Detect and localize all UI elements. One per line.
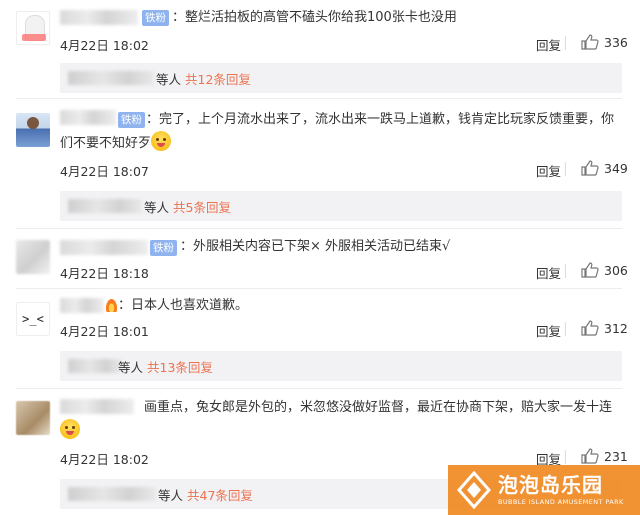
username-blurred[interactable] bbox=[60, 298, 104, 313]
thumbs-up-icon[interactable] bbox=[581, 160, 599, 176]
reply-thread-summary[interactable]: 等人 共12条回复 bbox=[60, 63, 622, 93]
comment-text: ：整烂活拍板的高管不磕头你给我100张卡也没用 bbox=[172, 10, 457, 25]
user-avatar[interactable] bbox=[16, 11, 50, 45]
view-replies-link[interactable]: 共47条回复 bbox=[187, 488, 253, 503]
thumbs-up-icon[interactable] bbox=[581, 320, 599, 336]
comment-text: ：日本人也喜欢道歉。 bbox=[118, 298, 249, 313]
action-separator bbox=[565, 450, 566, 464]
like-count: 349 bbox=[604, 161, 628, 176]
user-avatar[interactable]: >_< bbox=[16, 302, 50, 336]
fan-badge: 铁粉 bbox=[142, 10, 169, 26]
reply-usernames-blurred bbox=[68, 71, 154, 85]
watermark-subtitle: BUBBLE ISLAND AMUSEMENT PARK bbox=[498, 498, 624, 506]
username-blurred[interactable] bbox=[60, 240, 148, 255]
user-avatar[interactable] bbox=[16, 401, 50, 435]
comment-time: 4月22日 18:18 bbox=[60, 266, 149, 281]
comment-divider bbox=[16, 288, 622, 289]
view-replies-link[interactable]: 共13条回复 bbox=[147, 360, 213, 375]
comment-divider bbox=[16, 228, 622, 229]
bubble-island-logo-icon bbox=[456, 471, 492, 509]
comment-text: 画重点，兔女郎是外包的，米忽悠没做好监督，最近在协商下架，赔大家一发十连 bbox=[60, 397, 622, 443]
like-count: 312 bbox=[604, 321, 628, 336]
face-emoji-icon bbox=[60, 419, 80, 439]
reply-button[interactable]: 回复 bbox=[536, 263, 561, 282]
reply-prefix: 等人 bbox=[158, 488, 184, 503]
comment-text: ：完了，上个月流水出来了，流水出来一跌马上道歉，钱肯定比玩家反馈重要，你们不要不… bbox=[60, 112, 615, 151]
view-replies-link[interactable]: 共12条回复 bbox=[185, 72, 251, 87]
reply-usernames-blurred bbox=[68, 487, 156, 501]
user-avatar[interactable] bbox=[16, 240, 50, 274]
face-emoji-icon bbox=[151, 131, 172, 151]
watermark-title: 泡泡岛乐园 bbox=[498, 473, 603, 497]
thumbs-up-icon[interactable] bbox=[581, 262, 599, 278]
comment-time: 4月22日 18:07 bbox=[60, 164, 149, 179]
comment-divider bbox=[16, 388, 622, 389]
watermark-logo: 泡泡岛乐园 BUBBLE ISLAND AMUSEMENT PARK bbox=[448, 465, 640, 515]
reply-usernames-blurred bbox=[68, 359, 122, 373]
comment-time: 4月22日 18:02 bbox=[60, 452, 149, 467]
reply-prefix: 等人 bbox=[156, 72, 182, 87]
comment-divider bbox=[16, 98, 622, 99]
action-separator bbox=[565, 36, 566, 50]
reply-button[interactable]: 回复 bbox=[536, 161, 561, 180]
user-avatar[interactable] bbox=[16, 113, 50, 147]
view-replies-link[interactable]: 共5条回复 bbox=[173, 200, 231, 215]
fire-icon bbox=[106, 299, 117, 312]
action-separator bbox=[565, 322, 566, 336]
reply-thread-summary[interactable]: 等人 共13条回复 bbox=[60, 351, 622, 381]
like-count: 231 bbox=[604, 449, 628, 464]
reply-button[interactable]: 回复 bbox=[536, 35, 561, 54]
like-count: 336 bbox=[604, 35, 628, 50]
username-blurred[interactable] bbox=[60, 10, 138, 25]
thumbs-up-icon[interactable] bbox=[581, 448, 599, 464]
comment-text: ：外服相关内容已下架× 外服相关活动已结束√ bbox=[180, 239, 451, 254]
reply-usernames-blurred bbox=[68, 199, 142, 213]
comment-time: 4月22日 18:01 bbox=[60, 324, 149, 339]
reply-prefix: 等人 bbox=[144, 200, 170, 215]
thumbs-up-icon[interactable] bbox=[581, 34, 599, 50]
fan-badge: 铁粉 bbox=[150, 240, 177, 256]
like-count: 306 bbox=[604, 263, 628, 278]
action-separator bbox=[565, 264, 566, 278]
reply-thread-summary[interactable]: 等人 共5条回复 bbox=[60, 191, 622, 221]
comment-time: 4月22日 18:02 bbox=[60, 38, 149, 53]
reply-prefix: 等人 bbox=[118, 360, 144, 375]
action-separator bbox=[565, 162, 566, 176]
reply-button[interactable]: 回复 bbox=[536, 321, 561, 340]
